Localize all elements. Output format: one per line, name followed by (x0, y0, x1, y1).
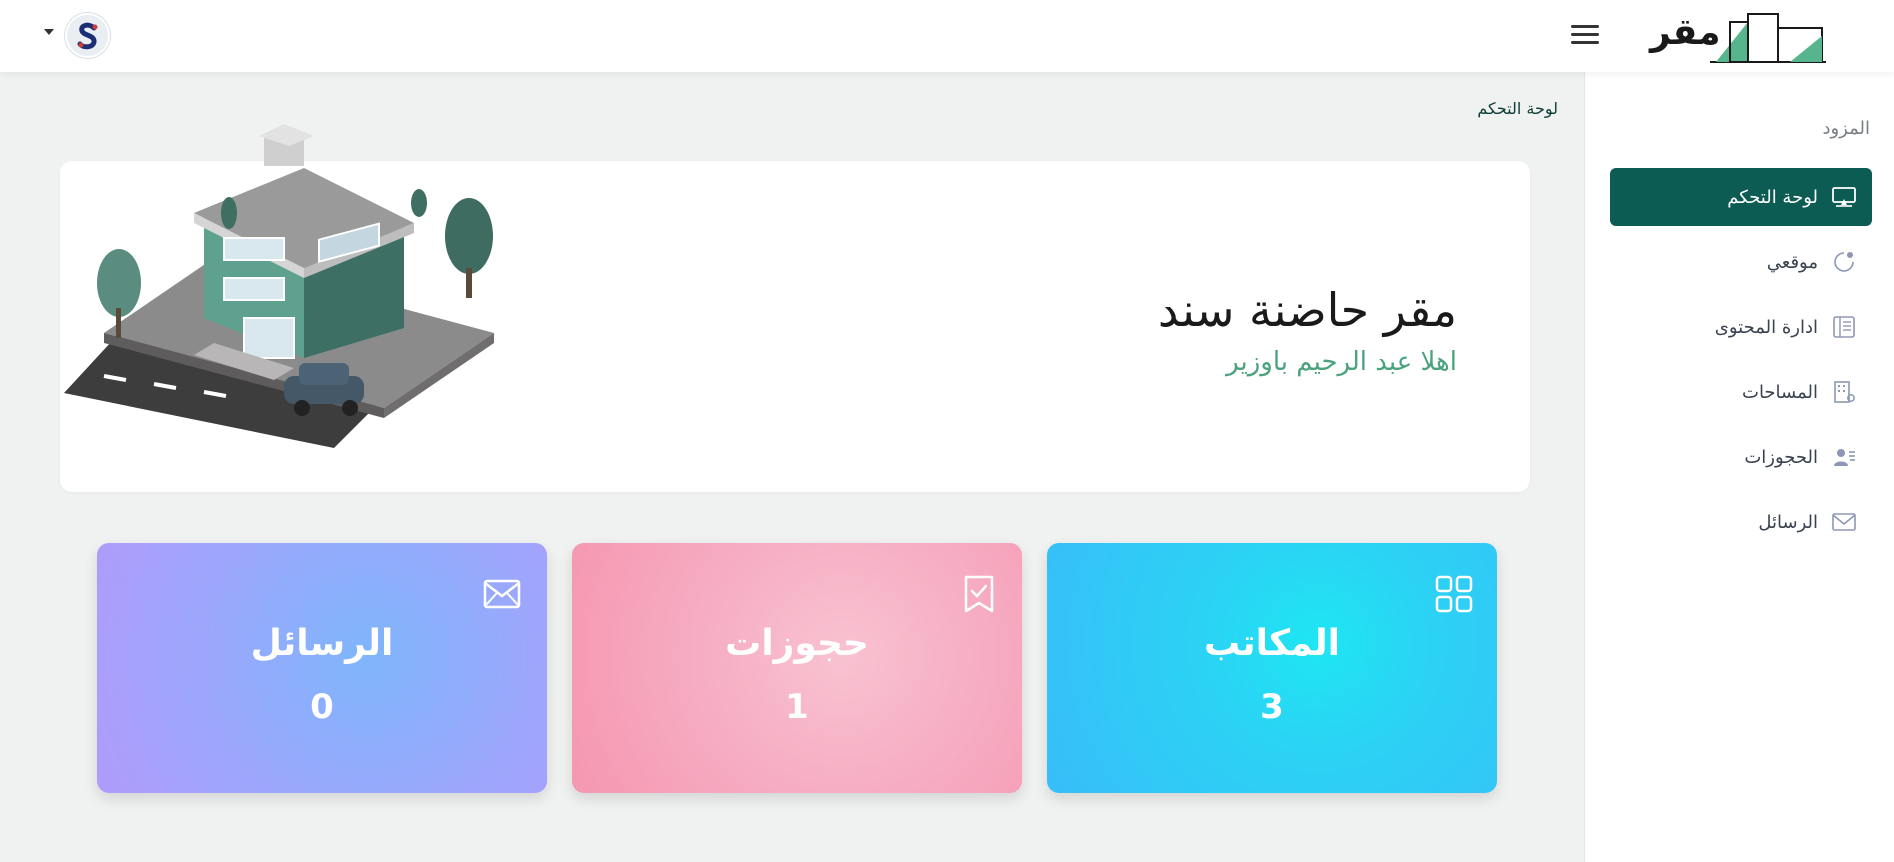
hamburger-line (1571, 33, 1599, 36)
stat-value: 0 (310, 687, 334, 727)
bookmark-check-icon (964, 575, 994, 613)
content-icon (1832, 315, 1856, 339)
sidebar-item-label: ادارة المحتوى (1714, 316, 1818, 338)
sidebar-item-label: الرسائل (1758, 511, 1818, 533)
stat-card-offices[interactable]: المكاتب 3 (1047, 543, 1497, 793)
building-icon (1832, 380, 1856, 404)
building-illustration (64, 124, 494, 448)
sidebar: المزود لوحة التحكم موقعي ادارة المحتوى ا… (1584, 72, 1894, 862)
stat-card-bookings[interactable]: حجوزات 1 (572, 543, 1022, 793)
envelope-icon (483, 579, 521, 609)
stat-title: الرسائل (250, 623, 394, 664)
people-icon (1832, 445, 1856, 469)
web-icon (1832, 250, 1856, 274)
page-title: مقر حاضنة سند (1157, 283, 1457, 337)
hamburger-line (1571, 25, 1599, 28)
sidebar-item-my-site[interactable]: موقعي (1610, 233, 1872, 291)
sidebar-item-label: لوحة التحكم (1727, 186, 1818, 208)
monitor-icon (1832, 185, 1856, 209)
stat-card-messages[interactable]: الرسائل 0 (97, 543, 547, 793)
sidebar-item-messages[interactable]: الرسائل (1610, 493, 1872, 551)
sidebar-item-label: المساحات (1742, 381, 1818, 403)
sidebar-item-content-management[interactable]: ادارة المحتوى (1610, 298, 1872, 356)
stat-value: 3 (1260, 687, 1284, 727)
mail-icon (1832, 510, 1856, 534)
sidebar-item-dashboard[interactable]: لوحة التحكم (1610, 168, 1872, 226)
sidebar-item-label: موقعي (1766, 251, 1818, 273)
user-dropdown-caret[interactable] (44, 29, 54, 35)
stat-title: المكاتب (1203, 623, 1341, 664)
s-logo-icon (77, 22, 97, 49)
sidebar-item-spaces[interactable]: المساحات (1610, 363, 1872, 421)
stat-value: 1 (785, 687, 809, 727)
sidebar-heading: المزود (1822, 118, 1870, 139)
user-avatar[interactable] (65, 13, 110, 58)
top-bar: مقر (0, 0, 1894, 72)
welcome-subtitle: اهلا عبد الرحيم باوزير (1226, 347, 1457, 377)
hamburger-line (1571, 41, 1599, 44)
brand-name: مقر (1650, 12, 1721, 53)
hamburger-menu-button[interactable] (1571, 20, 1601, 50)
grid-icon (1435, 575, 1473, 613)
sidebar-item-bookings[interactable]: الحجوزات (1610, 428, 1872, 486)
breadcrumb[interactable]: لوحة التحكم (1477, 99, 1558, 118)
stat-title: حجوزات (725, 623, 869, 664)
sidebar-item-label: الحجوزات (1744, 446, 1818, 468)
